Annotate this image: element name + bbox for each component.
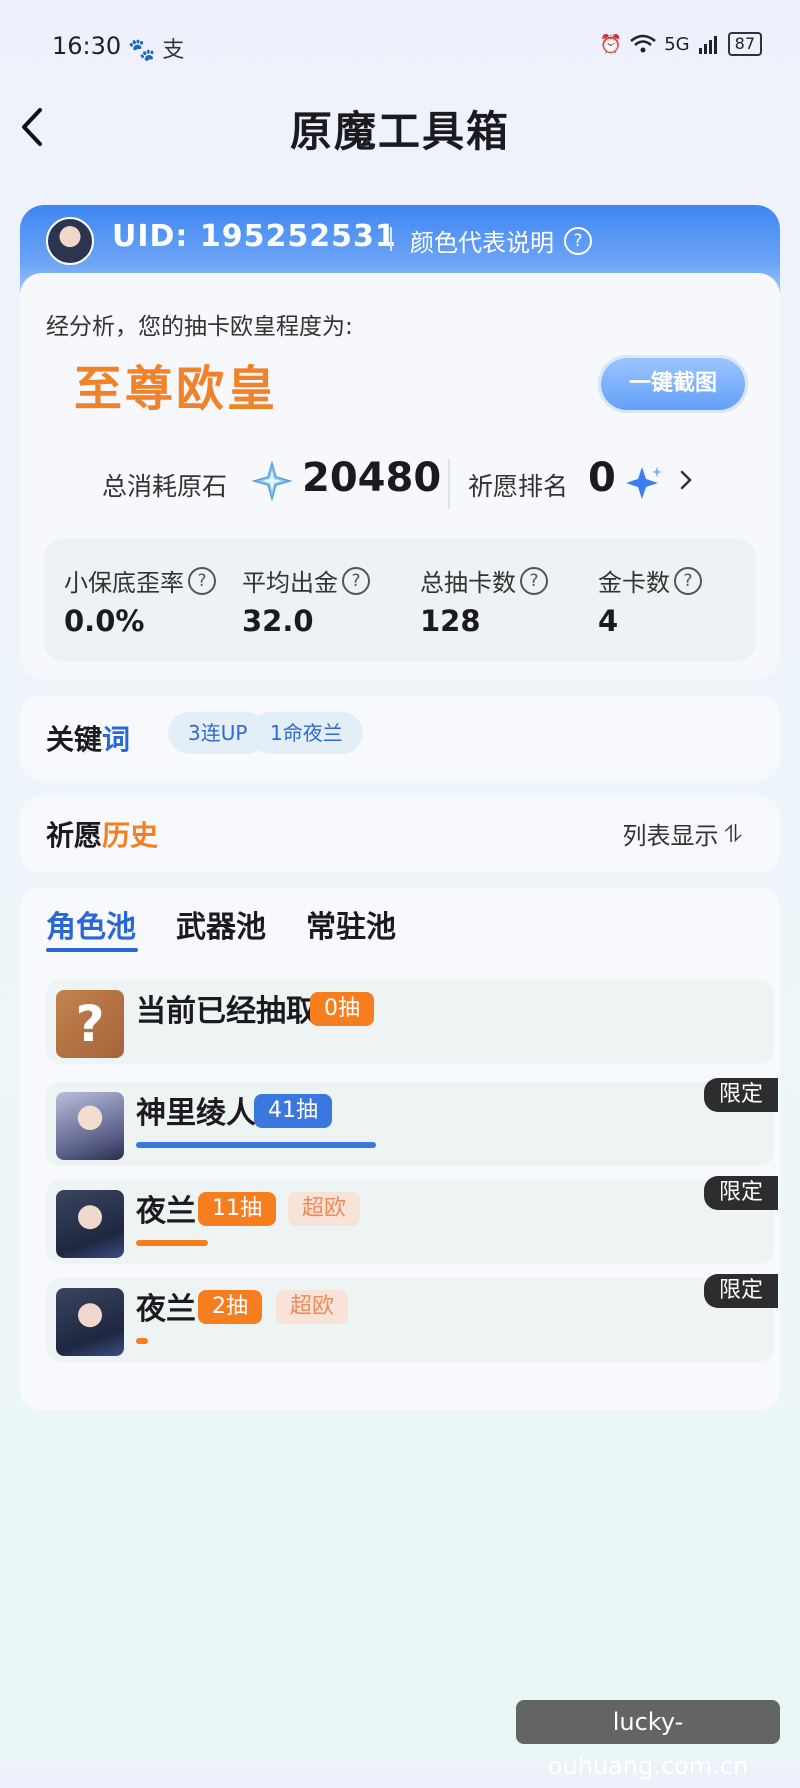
character-avatar-yelan <box>56 1190 124 1258</box>
alarm-icon: ⏰ <box>599 33 623 55</box>
divider <box>390 227 392 251</box>
primogem-icon <box>252 461 292 501</box>
status-bar: 16:30 🐾 支 ⏰ 5G 87 <box>0 0 800 80</box>
help-icon: ? <box>564 226 592 255</box>
status-time: 16:30 <box>52 32 122 60</box>
analysis-panel: 经分析，您的抽卡欧皇程度为: 至尊欧皇 一键截图 总消耗原石 20480 祈愿排… <box>20 273 780 679</box>
pull-progress-bar <box>136 1240 208 1246</box>
stat-value: 32.0 <box>242 604 314 638</box>
chevron-right-icon[interactable] <box>676 465 696 495</box>
limited-badge: 限定 <box>704 1078 778 1112</box>
consume-value: 20480 <box>302 455 442 501</box>
pools-card: 角色池 武器池 常驻池 ? 当前已经抽取 0抽 神里绫人 41抽 限定 夜兰 1… <box>20 888 780 1410</box>
row-name: 夜兰 <box>136 1194 196 1229</box>
stat-pity-loss: 小保底歪率? 0.0% <box>64 563 216 638</box>
screenshot-button[interactable]: 一键截图 <box>598 355 748 413</box>
notification-icons: 🐾 支 <box>128 38 185 63</box>
super-lucky-tag: 超欧 <box>288 1192 361 1226</box>
color-legend-link[interactable]: 颜色代表说明 ? <box>410 223 592 258</box>
sparkle-icon <box>626 467 662 499</box>
page-title: 原魔工具箱 <box>289 107 510 156</box>
pull-count-pill: 41抽 <box>254 1094 332 1128</box>
list-display-toggle[interactable]: 列表显示 ⥮ <box>623 816 742 851</box>
app-header: 原魔工具箱 <box>0 92 800 162</box>
stat-gold-count: 金卡数? 4 <box>598 563 702 638</box>
tab-character-pool[interactable]: 角色池 <box>46 902 136 946</box>
list-item[interactable]: 夜兰 11抽 超欧 限定 <box>46 1176 778 1264</box>
list-display-label: 列表显示 <box>622 822 719 850</box>
summary-card: UID: 195252531 颜色代表说明 ? 经分析，您的抽卡欧皇程度为: 至… <box>20 205 780 679</box>
consume-label: 总消耗原石 <box>102 472 228 501</box>
tab-standard-pool[interactable]: 常驻池 <box>306 902 396 946</box>
question-mark-icon: ? <box>56 990 124 1058</box>
wish-rank-label[interactable]: 祈愿排名 <box>468 467 568 503</box>
list-item[interactable]: 夜兰 2抽 超欧 限定 <box>46 1274 778 1362</box>
network-label: 5G <box>664 33 690 55</box>
keywords-title-b: 词 <box>102 723 131 756</box>
keywords-card: 关键词 3连UP 1命夜兰 <box>20 696 780 780</box>
stat-label: 金卡数 <box>598 569 670 597</box>
uid-text: UID: 195252531 <box>112 219 397 254</box>
status-right-icons: ⏰ 5G 87 <box>600 32 762 56</box>
limited-badge: 限定 <box>704 1176 778 1210</box>
help-icon[interactable]: ? <box>674 566 702 595</box>
character-avatar-ayato <box>56 1092 124 1160</box>
pull-progress-bar <box>136 1142 376 1148</box>
wish-history-header: 祈愿历史 列表显示 ⥮ <box>20 796 780 872</box>
keywords-title: 关键词 <box>46 718 130 758</box>
sort-icon: ⥮ <box>724 819 742 848</box>
super-lucky-tag: 超欧 <box>276 1290 349 1324</box>
list-item[interactable]: ? 当前已经抽取 0抽 <box>46 980 774 1064</box>
signal-icon <box>698 36 717 54</box>
stat-label: 平均出金 <box>242 569 338 597</box>
avatar <box>46 217 94 265</box>
history-title-b: 历史 <box>102 819 159 852</box>
list-item[interactable]: 神里绫人 41抽 限定 <box>46 1078 778 1166</box>
divider <box>448 459 450 509</box>
consumption-row: 总消耗原石 20480 祈愿排名 0 <box>20 453 780 513</box>
luck-rank-title: 至尊欧皇 <box>74 361 279 417</box>
stat-label: 总抽卡数 <box>420 569 516 597</box>
keyword-chip[interactable]: 1命夜兰 <box>250 712 363 754</box>
pull-count-pill: 11抽 <box>198 1192 276 1226</box>
stat-label: 小保底歪率 <box>64 569 184 597</box>
stat-total-pulls: 总抽卡数? 128 <box>420 563 548 638</box>
pull-count-pill: 2抽 <box>198 1290 262 1324</box>
row-name: 神里绫人 <box>136 1096 256 1131</box>
wifi-icon <box>630 34 657 53</box>
pull-progress-bar <box>136 1338 148 1344</box>
wish-rank-value[interactable]: 0 <box>588 455 616 501</box>
stat-average-gold: 平均出金? 32.0 <box>242 563 370 638</box>
help-icon[interactable]: ? <box>188 566 216 595</box>
limited-badge: 限定 <box>704 1274 778 1308</box>
keywords-title-a: 关键 <box>46 723 103 756</box>
history-title-a: 祈愿 <box>46 819 103 852</box>
history-title: 祈愿历史 <box>46 814 158 854</box>
watermark: lucky-ouhuang.com.cn <box>516 1700 780 1780</box>
stat-value: 0.0% <box>64 604 145 638</box>
tab-weapon-pool[interactable]: 武器池 <box>176 902 266 946</box>
battery-icon: 87 <box>727 32 762 56</box>
help-icon[interactable]: ? <box>520 566 548 595</box>
stat-value: 128 <box>420 604 481 638</box>
stat-value: 4 <box>598 604 619 638</box>
color-legend-label: 颜色代表说明 <box>410 229 554 257</box>
help-icon[interactable]: ? <box>342 566 370 595</box>
pull-count-pill: 0抽 <box>310 992 374 1026</box>
active-tab-indicator <box>46 948 138 952</box>
row-name: 夜兰 <box>136 1292 196 1327</box>
analysis-text: 经分析，您的抽卡欧皇程度为: <box>46 314 353 340</box>
row-name: 当前已经抽取 <box>136 994 316 1029</box>
stats-box: 小保底歪率? 0.0% 平均出金? 32.0 总抽卡数? 128 金卡数? 4 <box>44 539 756 661</box>
character-avatar-yelan <box>56 1288 124 1356</box>
